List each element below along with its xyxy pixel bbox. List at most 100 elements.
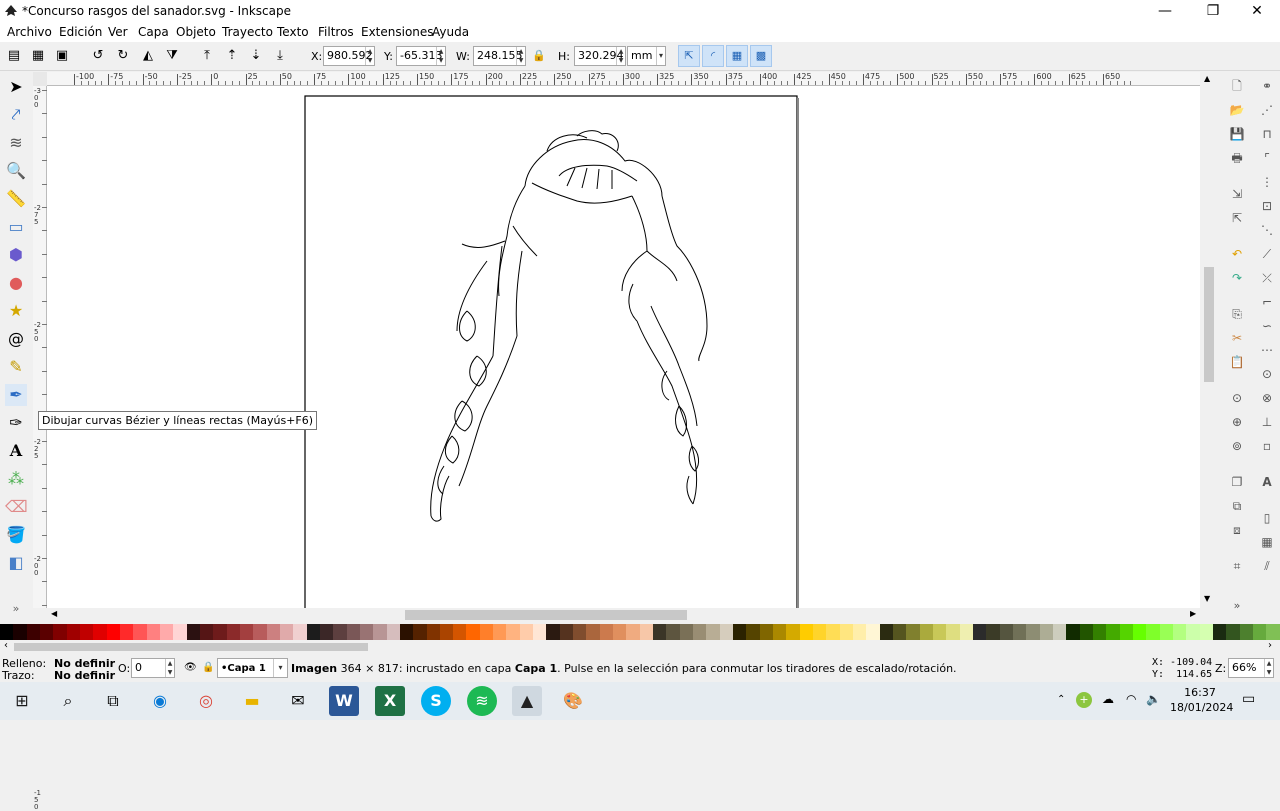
star-tool-icon[interactable]: ★ — [5, 300, 27, 322]
zoom-field[interactable]: 66% ▲ ▼ — [1228, 658, 1274, 678]
raise-icon[interactable]: ⇡ — [224, 48, 240, 64]
eraser-tool-icon[interactable]: ⌫ — [5, 496, 28, 518]
palette-swatch[interactable] — [999, 624, 1013, 640]
layer-visibility-icon[interactable]: 👁 — [184, 662, 197, 673]
excel-icon[interactable]: X — [375, 686, 405, 716]
palette-scrollbar[interactable]: ‹ › — [0, 640, 1280, 654]
move-gradients-toggle[interactable]: ▦ — [726, 45, 748, 67]
layer-select[interactable]: •Capa 1 ▾ — [217, 658, 288, 678]
more-commands-icon[interactable]: » — [1229, 598, 1245, 614]
palette-swatch[interactable] — [706, 624, 720, 640]
snap-enable-icon[interactable]: ⚭ — [1259, 78, 1275, 94]
palette-swatch[interactable] — [586, 624, 600, 640]
lower-to-bottom-icon[interactable]: ⤓ — [272, 48, 288, 64]
unlink-clone-icon[interactable]: ⧈ — [1229, 522, 1245, 538]
snap-midpoints-icon[interactable]: ⋯ — [1259, 342, 1275, 358]
snap-smooth-nodes-icon[interactable]: ∽ — [1259, 318, 1275, 334]
palette-swatch[interactable] — [1106, 624, 1120, 640]
palette-swatch[interactable] — [293, 624, 307, 640]
raise-to-top-icon[interactable]: ⤒ — [199, 48, 215, 64]
snap-text-baseline-icon[interactable]: ⊥ — [1259, 414, 1275, 430]
snap-nodes-icon[interactable]: ⋱ — [1259, 222, 1275, 238]
tweak-tool-icon[interactable]: ≋ — [5, 132, 27, 154]
palette-swatch[interactable] — [493, 624, 507, 640]
paste-icon[interactable]: 📋 — [1229, 354, 1245, 370]
palette-swatch[interactable] — [1159, 624, 1173, 640]
palette-swatch[interactable] — [106, 624, 120, 640]
palette-swatch[interactable] — [786, 624, 800, 640]
palette-swatch[interactable] — [1146, 624, 1160, 640]
palette-swatch[interactable] — [693, 624, 707, 640]
menu-texto[interactable]: Texto — [277, 25, 309, 39]
lower-icon[interactable]: ⇣ — [248, 48, 264, 64]
palette-swatch[interactable] — [879, 624, 893, 640]
import-icon[interactable]: ⇲ — [1229, 186, 1245, 202]
palette-swatch[interactable] — [679, 624, 694, 640]
palette-swatch[interactable] — [1119, 624, 1133, 640]
palette-swatch[interactable] — [266, 624, 280, 640]
menu-ayuda[interactable]: Ayuda — [432, 25, 469, 39]
palette-swatch[interactable] — [359, 624, 374, 640]
flip-horizontal-icon[interactable]: ◭ — [140, 48, 156, 64]
palette-swatch[interactable] — [666, 624, 680, 640]
palette-swatch[interactable] — [959, 624, 973, 640]
palette-swatch[interactable] — [1066, 624, 1080, 640]
scale-stroke-toggle[interactable]: ⇱ — [678, 45, 700, 67]
skype-icon[interactable]: S — [421, 686, 451, 716]
snap-bbox-centers-icon[interactable]: ⊡ — [1259, 198, 1275, 214]
palette-swatch[interactable] — [199, 624, 214, 640]
task-view-icon[interactable]: ⧉ — [98, 686, 128, 716]
snap-cusp-nodes-icon[interactable]: ⌐ — [1259, 294, 1275, 310]
snap-bbox-edges-icon[interactable]: ⊓ — [1259, 126, 1275, 142]
scale-corners-toggle[interactable]: ◜ — [702, 45, 724, 67]
opacity-field[interactable]: 0 ▲ ▼ — [131, 658, 175, 678]
palette-swatch[interactable] — [159, 624, 174, 640]
palette-swatch[interactable] — [573, 624, 587, 640]
palette-swatch[interactable] — [759, 624, 774, 640]
menu-extensiones[interactable]: Extensiones — [361, 25, 434, 39]
snap-text-icon[interactable]: A — [1259, 474, 1275, 490]
menu-filtros[interactable]: Filtros — [318, 25, 354, 39]
snap-bbox-icon[interactable]: ⋰ — [1259, 102, 1275, 118]
open-file-icon[interactable]: 📂 — [1229, 102, 1245, 118]
undo-icon[interactable]: ↶ — [1229, 246, 1245, 262]
w-field[interactable]: 248.155 ▲ ▼ — [473, 46, 526, 66]
close-button[interactable]: ✕ — [1234, 0, 1280, 22]
calligraphy-tool-icon[interactable]: ✑ — [5, 412, 27, 434]
rotate-cw-icon[interactable]: ↻ — [115, 48, 131, 64]
zoom-page-icon[interactable]: ⊚ — [1229, 438, 1245, 454]
palette-scroll-thumb[interactable] — [14, 643, 368, 651]
menu-edicion[interactable]: Edición — [59, 25, 102, 39]
palette-swatch[interactable] — [1012, 624, 1027, 640]
scroll-right-icon[interactable]: ▶ — [1190, 609, 1196, 618]
palette-swatch[interactable] — [919, 624, 933, 640]
text-tool-icon[interactable]: A — [5, 440, 27, 462]
pencil-tool-icon[interactable]: ✎ — [5, 356, 27, 378]
palette-swatch[interactable] — [133, 624, 147, 640]
palette-swatch[interactable] — [1092, 624, 1107, 640]
deselect-icon[interactable]: ▣ — [54, 48, 70, 64]
palette-swatch[interactable] — [1239, 624, 1253, 640]
new-document-icon[interactable]: 🗋 — [1229, 78, 1245, 94]
vertical-ruler[interactable]: -300-275-250-225-200-175-150 — [33, 86, 47, 811]
color-palette[interactable] — [0, 624, 1280, 640]
canvas[interactable] — [47, 86, 1200, 608]
scroll-up-icon[interactable]: ▲ — [1204, 74, 1210, 83]
palette-swatch[interactable] — [306, 624, 320, 640]
print-icon[interactable]: 🖶 — [1229, 150, 1245, 166]
palette-swatch[interactable] — [319, 624, 334, 640]
palette-swatch[interactable] — [453, 624, 467, 640]
menu-archivo[interactable]: Archivo — [7, 25, 52, 39]
palette-swatch[interactable] — [986, 624, 1000, 640]
snap-page-border-icon[interactable]: ▫ — [1259, 438, 1275, 454]
node-tool-icon[interactable]: ⤤ — [5, 104, 27, 126]
horizontal-ruler[interactable]: -100 -75 -50 -25 0 25 50 75 100 125 150 175 200 225 25… — [47, 72, 1200, 86]
notifications-icon[interactable]: ▭ — [1242, 691, 1255, 707]
palette-swatch[interactable] — [892, 624, 907, 640]
palette-swatch[interactable] — [213, 624, 227, 640]
palette-swatch[interactable] — [932, 624, 947, 640]
palette-swatch[interactable] — [559, 624, 574, 640]
snap-intersections-icon[interactable]: ⤫ — [1259, 270, 1275, 286]
gradient-tool-icon[interactable]: ◧ — [5, 552, 27, 574]
palette-swatch[interactable] — [1039, 624, 1053, 640]
